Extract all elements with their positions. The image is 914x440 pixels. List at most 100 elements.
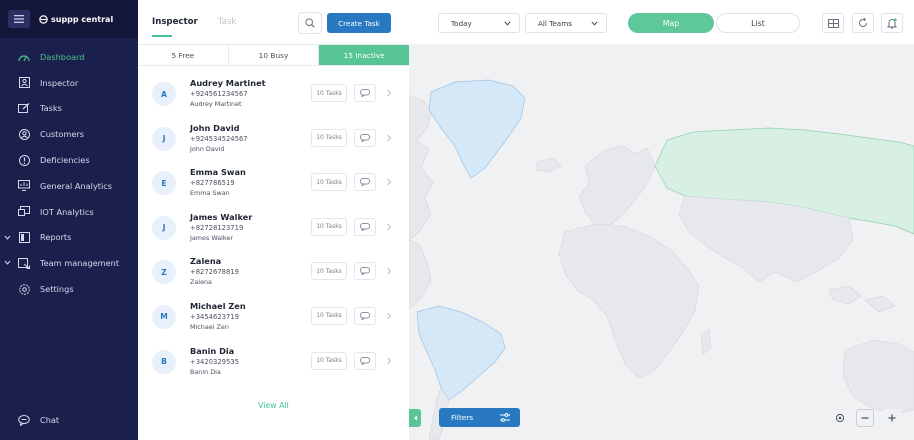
person-info: Zalena +8272678819 Zalena (190, 256, 239, 287)
sidebar-item-tasks[interactable]: Tasks (0, 96, 138, 122)
chevron-right-icon[interactable] (386, 89, 392, 97)
logo-icon (39, 14, 48, 24)
inspector-panel: Inspector Task Create Task 5 Free 10 Bus… (138, 0, 410, 440)
chat-icon (18, 415, 30, 426)
world-map[interactable] (409, 0, 914, 440)
create-task-button[interactable]: Create Task (327, 13, 391, 33)
map-view-toggle[interactable]: Map (628, 13, 714, 33)
iot-icon (18, 206, 30, 218)
chat-icon (360, 267, 370, 276)
list-item[interactable]: J James Walker +82728123719 James Walker… (138, 212, 409, 257)
sidebar-item-team-management[interactable]: Team management (0, 250, 138, 276)
tasks-count-chip[interactable]: 10 Tasks (311, 128, 347, 147)
chevron-right-icon[interactable] (386, 357, 392, 365)
sidebar-item-general-analytics[interactable]: General Analytics (0, 173, 138, 199)
sidebar-item-dashboard[interactable]: Dashboard (0, 44, 138, 70)
person-phone: +924534524567 (190, 134, 248, 143)
layout-button[interactable] (822, 13, 844, 33)
view-all-link[interactable]: View All (138, 401, 409, 410)
zoom-in-button[interactable] (883, 409, 901, 427)
sidebar-item-inspector[interactable]: Inspector (0, 70, 138, 96)
message-button[interactable] (354, 84, 376, 102)
team-icon (18, 257, 30, 269)
list-item[interactable]: E Emma Swan +827786519 Emma Swan 10 Task… (138, 167, 409, 212)
analytics-icon (18, 180, 30, 192)
list-view-toggle[interactable]: List (716, 13, 800, 33)
sidebar-item-settings[interactable]: Settings (0, 276, 138, 302)
filters-button[interactable]: Filters (439, 408, 520, 427)
person-name: Banin Dia (190, 345, 235, 356)
sidebar-nav: Dashboard Inspector Tasks Customers Defi… (0, 44, 138, 302)
zoom-out-button[interactable] (856, 409, 874, 427)
filter-free[interactable]: 5 Free (138, 45, 229, 65)
refresh-button[interactable] (852, 13, 874, 33)
sidebar-item-deficiencies[interactable]: Deficiencies (0, 147, 138, 173)
tab-inspector[interactable]: Inspector (152, 13, 198, 37)
message-button[interactable] (354, 128, 376, 147)
message-button[interactable] (354, 173, 376, 192)
avatar: E (152, 171, 176, 196)
list-item[interactable]: M Michael Zen +3454623719 Michael Zen 10… (138, 301, 409, 346)
person-subtitle: Michael Zen (190, 322, 229, 331)
search-button[interactable] (298, 12, 322, 34)
chevron-down-icon (591, 21, 598, 26)
person-subtitle: Banin Dia (190, 367, 221, 376)
sidebar-item-customers[interactable]: Customers (0, 121, 138, 147)
list-item[interactable]: Z Zalena +8272678819 Zalena 10 Tasks (138, 256, 409, 301)
chevron-right-icon[interactable] (386, 178, 392, 186)
notifications-button[interactable] (881, 13, 903, 33)
inspector-list: A Audrey Martinet +924561234567 Audrey M… (138, 66, 409, 390)
layout-icon (827, 18, 839, 28)
team-select-value: All Teams (538, 18, 572, 28)
locate-button[interactable] (831, 409, 849, 427)
message-button[interactable] (354, 351, 376, 370)
tasks-count-chip[interactable]: 10 Tasks (311, 173, 347, 192)
list-item[interactable]: B Banin Dia +3420329535 Banin Dia 10 Tas… (138, 346, 409, 391)
sidebar-item-label: Deficiencies (40, 155, 90, 166)
status-filter-row: 5 Free 10 Busy 15 Inactive (138, 44, 410, 66)
sidebar-item-iot-analytics[interactable]: IOT Analytics (0, 199, 138, 225)
message-button[interactable] (354, 217, 376, 236)
avatar: Z (152, 260, 176, 285)
tab-task[interactable]: Task (218, 13, 237, 31)
settings-icon (18, 283, 30, 295)
tasks-count-chip[interactable]: 10 Tasks (311, 217, 347, 236)
message-button[interactable] (354, 262, 376, 281)
search-icon (305, 18, 315, 28)
chat-label: Chat (40, 415, 60, 425)
chevron-right-icon[interactable] (386, 223, 392, 231)
person-phone: +827786519 (190, 179, 235, 188)
tasks-count-chip[interactable]: 10 Tasks (311, 306, 347, 325)
chat-icon (360, 311, 370, 320)
sidebar-item-reports[interactable]: Reports (0, 225, 138, 251)
menu-button[interactable] (8, 10, 30, 28)
chat-icon (360, 356, 370, 365)
brand-logo[interactable]: suppp central (39, 15, 113, 24)
chat-icon (360, 178, 370, 187)
chat-icon (360, 222, 370, 231)
avatar: M (152, 304, 176, 329)
tasks-count-chip[interactable]: 10 Tasks (311, 84, 347, 102)
person-phone: +3454623719 (190, 312, 239, 321)
team-select[interactable]: All Teams (525, 13, 607, 33)
list-item[interactable]: J John David +924534524567 John David 10… (138, 123, 409, 168)
customers-icon (18, 128, 30, 140)
message-button[interactable] (354, 306, 376, 325)
filter-inactive[interactable]: 15 Inactive (319, 45, 410, 65)
tasks-count-chip[interactable]: 10 Tasks (311, 262, 347, 281)
filter-busy[interactable]: 10 Busy (229, 45, 320, 65)
collapse-panel-button[interactable] (409, 409, 421, 427)
date-select[interactable]: Today (438, 13, 520, 33)
chevron-right-icon[interactable] (386, 267, 392, 275)
dashboard-icon (18, 51, 30, 63)
person-subtitle: Emma Swan (190, 189, 230, 198)
plus-icon (888, 414, 896, 422)
chevron-right-icon[interactable] (386, 134, 392, 142)
chevron-right-icon[interactable] (386, 312, 392, 320)
list-item[interactable]: A Audrey Martinet +924561234567 Audrey M… (138, 78, 409, 123)
filters-label: Filters (451, 413, 474, 422)
chat-button[interactable]: Chat (18, 414, 59, 426)
sidebar-item-label: General Analytics (40, 180, 113, 191)
tasks-count-chip[interactable]: 10 Tasks (311, 351, 347, 370)
deficiencies-icon (18, 154, 30, 166)
